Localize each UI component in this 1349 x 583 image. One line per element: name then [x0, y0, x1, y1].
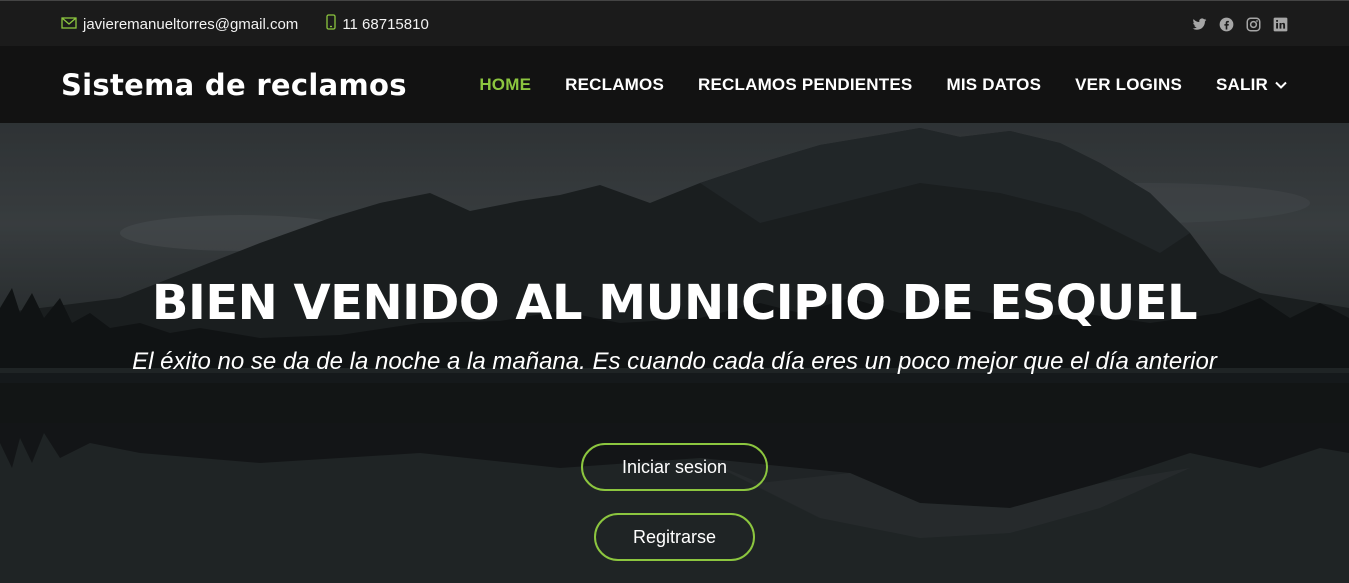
phone-contact[interactable]: 11 68715810: [326, 14, 429, 34]
facebook-icon[interactable]: [1219, 17, 1234, 32]
nav-item-ver-logins[interactable]: VER LOGINS: [1075, 75, 1182, 95]
chevron-down-icon: [1275, 81, 1287, 89]
login-button[interactable]: Iniciar sesion: [581, 443, 768, 491]
site-brand[interactable]: Sistema de reclamos: [61, 46, 407, 123]
nav-item-label: VER LOGINS: [1075, 74, 1182, 94]
nav-item-label: MIS DATOS: [946, 74, 1042, 94]
email-contact[interactable]: javieremanueltorres@gmail.com: [61, 16, 298, 33]
envelope-icon: [61, 16, 77, 33]
nav-item-label: SALIR: [1216, 74, 1268, 94]
instagram-icon[interactable]: [1246, 17, 1261, 32]
nav-item-reclamos-pendientes[interactable]: RECLAMOS PENDIENTES: [698, 75, 912, 95]
nav-item-reclamos[interactable]: RECLAMOS: [565, 75, 664, 95]
twitter-icon[interactable]: [1192, 17, 1207, 32]
linkedin-icon[interactable]: [1273, 17, 1288, 32]
nav-item-label: RECLAMOS: [565, 74, 665, 94]
hero-title: BIEN VENIDO AL MUNICIPIO DE ESQUEL: [151, 275, 1198, 331]
social-links: [1192, 1, 1288, 47]
nav-item-label: HOME: [479, 74, 532, 94]
email-text: javieremanueltorres@gmail.com: [83, 15, 299, 33]
hero-subtitle: El éxito no se da de la noche a la mañan…: [132, 348, 1217, 375]
contact-info: javieremanueltorres@gmail.com 11 6871581…: [61, 1, 429, 47]
main-menu: HOME RECLAMOS RECLAMOS PENDIENTES MIS DA…: [479, 46, 1288, 123]
register-button[interactable]: Regitrarse: [594, 513, 755, 561]
nav-item-salir[interactable]: SALIR: [1216, 75, 1288, 95]
phone-icon: [326, 14, 336, 34]
main-navbar: Sistema de reclamos HOME RECLAMOS RECLAM…: [0, 46, 1349, 123]
top-bar: javieremanueltorres@gmail.com 11 6871581…: [0, 0, 1349, 46]
nav-item-mis-datos[interactable]: MIS DATOS: [946, 75, 1041, 95]
nav-item-label: RECLAMOS PENDIENTES: [698, 74, 913, 94]
phone-text: 11 68715810: [342, 15, 429, 33]
hero-section: BIEN VENIDO AL MUNICIPIO DE ESQUEL El éx…: [0, 123, 1349, 583]
nav-item-home[interactable]: HOME: [479, 75, 531, 95]
